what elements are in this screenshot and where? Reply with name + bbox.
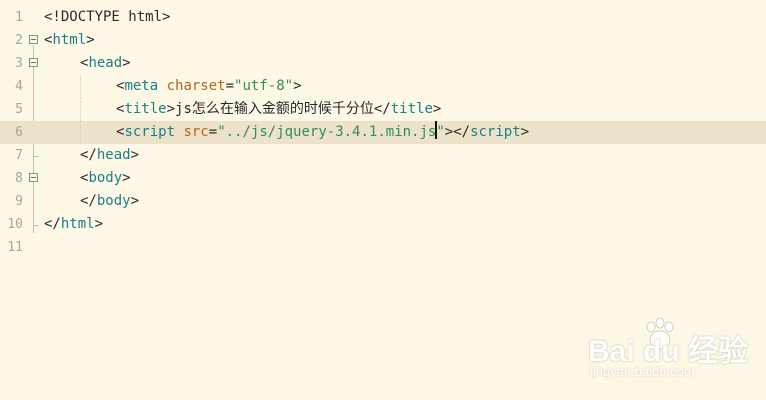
code-token: </	[44, 216, 61, 232]
code-text: <head>	[80, 52, 131, 75]
code-text: <script src="../js/jquery-3.4.1.min.js ">…	[116, 121, 529, 144]
baidu-jingyan-watermark: Bai du 经验 jingyan.baidu.com	[588, 318, 758, 388]
indent-guide	[80, 98, 81, 121]
code-text: <html>	[44, 29, 95, 52]
code-token: title	[390, 101, 433, 117]
code-token: =	[225, 78, 235, 94]
code-line[interactable]: 7 </head>	[0, 144, 766, 167]
code-token: =	[208, 124, 218, 140]
code-token: script	[124, 124, 176, 140]
code-token: >	[122, 170, 131, 186]
line-number: 6	[15, 125, 23, 140]
code-text: <title>js怎么在输入金额的时候千分位</title>	[116, 98, 441, 121]
code-token: </	[80, 147, 97, 163]
code-token: script	[470, 124, 521, 140]
code-token: body	[88, 170, 123, 186]
code-token: head	[96, 147, 131, 163]
code-token: >	[520, 124, 530, 140]
line-number: 11	[7, 240, 23, 255]
code-line[interactable]: 5 <title>js怎么在输入金额的时候千分位</title>	[0, 98, 766, 121]
code-token: src	[183, 124, 209, 140]
code-text: <body>	[80, 167, 131, 190]
code-text: </head>	[80, 144, 139, 167]
line-number: 1	[15, 10, 23, 25]
fold-toggle-icon[interactable]	[29, 35, 38, 44]
code-token: <!DOCTYPE html>	[44, 9, 171, 25]
code-line[interactable]: 9 </body>	[0, 190, 766, 213]
fold-toggle-icon[interactable]	[29, 58, 38, 67]
line-number: 7	[15, 148, 23, 163]
code-token: >	[293, 78, 302, 94]
line-number: 5	[15, 102, 23, 117]
line-number: 10	[7, 217, 23, 232]
code-line[interactable]: 4 <meta charset="utf-8">	[0, 75, 766, 98]
code-line[interactable]: 2 <html>	[0, 29, 766, 52]
indent-guide	[80, 121, 81, 144]
code-token: "utf-8"	[234, 78, 294, 94]
code-token: meta	[124, 78, 159, 94]
code-token: >	[432, 101, 442, 117]
code-token: title	[124, 101, 167, 117]
code-text: </html>	[44, 213, 103, 236]
line-number: 8	[15, 171, 23, 186]
code-token: >	[94, 216, 104, 232]
code-text: <meta charset="utf-8">	[116, 75, 302, 98]
code-line[interactable]: 3 <head>	[0, 52, 766, 75]
code-token: "	[436, 124, 445, 140]
line-number: 3	[15, 56, 23, 71]
code-line-current[interactable]: 6 <script src="../js/jquery-3.4.1.min.js "…	[0, 121, 766, 144]
indent-guide	[80, 75, 81, 98]
fold-toggle-icon[interactable]	[29, 173, 38, 182]
code-token: >	[130, 147, 140, 163]
code-token: >js怎么在输入金额的时候千分位</	[166, 101, 391, 117]
text-cursor	[435, 121, 438, 139]
line-number: 2	[15, 33, 23, 48]
code-text: </body>	[80, 190, 139, 213]
line-number: 9	[15, 194, 23, 209]
code-token: html	[52, 32, 87, 48]
code-line[interactable]: 10 </html>	[0, 213, 766, 236]
watermark-url: jingyan.baidu.com	[590, 364, 695, 379]
line-number: 4	[15, 79, 23, 94]
code-token: body	[96, 193, 131, 209]
code-line[interactable]: 1 <!DOCTYPE html>	[0, 6, 766, 29]
code-token: >	[130, 193, 140, 209]
code-token: >	[122, 55, 131, 71]
code-token: charset	[166, 78, 226, 94]
code-token: "../js/jquery-3.4.1.min.js	[217, 124, 437, 140]
code-text: <!DOCTYPE html>	[44, 6, 170, 29]
code-token: </	[80, 193, 97, 209]
code-line[interactable]: 8 <body>	[0, 167, 766, 190]
code-token: >	[86, 32, 95, 48]
code-token: html	[60, 216, 95, 232]
code-line[interactable]: 11	[0, 236, 766, 259]
code-token: head	[88, 55, 123, 71]
code-token: ></	[444, 124, 471, 140]
